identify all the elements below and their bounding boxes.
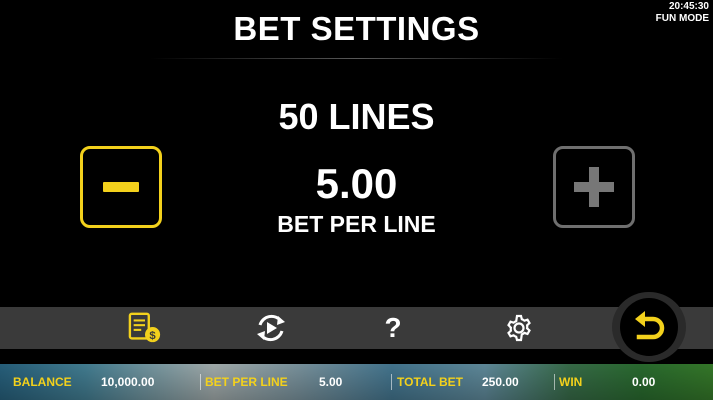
autoplay-button[interactable] — [254, 311, 288, 345]
minus-icon — [103, 182, 139, 192]
paytable-icon: $ — [128, 312, 161, 343]
plus-icon-vertical — [589, 167, 599, 207]
help-icon: ? — [384, 312, 402, 343]
svg-text:$: $ — [149, 330, 156, 342]
decrease-bet-button[interactable] — [80, 146, 162, 228]
bet-per-line-label: BET PER LINE — [205, 375, 288, 389]
info-separator — [200, 374, 201, 390]
total-bet-value: 250.00 — [482, 375, 519, 389]
info-separator — [391, 374, 392, 390]
back-button[interactable] — [620, 298, 678, 356]
title-divider — [150, 58, 563, 59]
settings-gear-icon — [507, 314, 531, 342]
total-bet-label: TOTAL BET — [397, 375, 463, 389]
bet-per-line-info-value: 5.00 — [319, 375, 343, 389]
balance-value: 10,000.00 — [101, 375, 155, 389]
info-separator — [554, 374, 555, 390]
lines-count: 50 LINES — [278, 96, 435, 137]
toolbar — [0, 307, 713, 349]
help-button[interactable]: ? — [376, 311, 410, 345]
page-title: BET SETTINGS — [233, 10, 480, 47]
back-arrow-icon — [635, 311, 665, 340]
increase-bet-button[interactable] — [553, 146, 635, 228]
win-value: 0.00 — [632, 375, 656, 389]
win-label: WIN — [559, 375, 583, 389]
autoplay-icon — [257, 314, 285, 342]
paytable-button[interactable]: $ — [128, 311, 162, 345]
balance-label: BALANCE — [13, 375, 72, 389]
settings-button[interactable] — [502, 311, 536, 345]
